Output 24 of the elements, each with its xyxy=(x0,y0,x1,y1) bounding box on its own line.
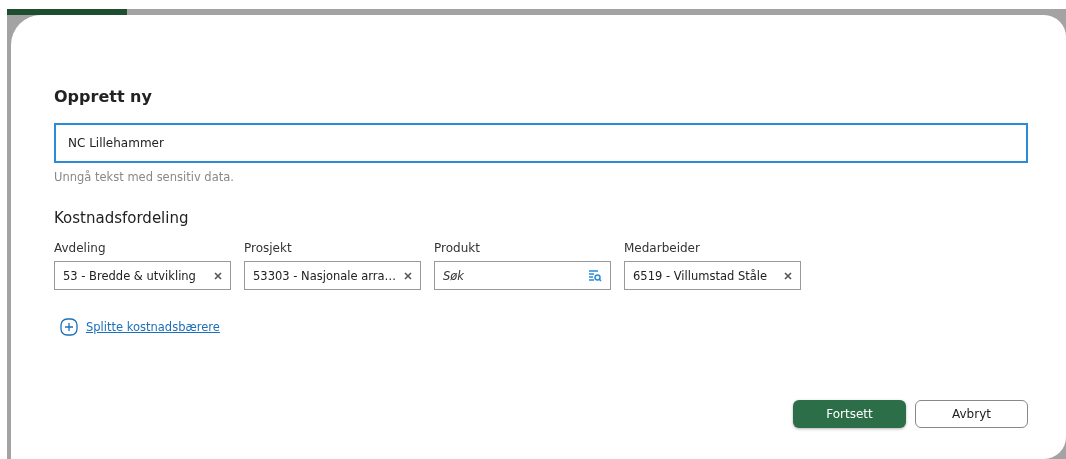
cancel-button[interactable]: Avbryt xyxy=(915,400,1028,428)
search-placeholder: Søk xyxy=(443,268,464,283)
field-value: 53303 - Nasjonale arra… xyxy=(253,268,397,283)
field-label: Avdeling xyxy=(54,241,107,255)
split-link[interactable]: Splitte kostnadsbærere xyxy=(86,320,220,334)
field-label: Prosjekt xyxy=(244,241,293,255)
field-value: 6519 - Villumstad Ståle xyxy=(633,268,768,283)
close-icon xyxy=(214,271,222,280)
hint-text: Unngå tekst med sensitiv data. xyxy=(54,170,235,184)
add-icon[interactable] xyxy=(60,318,78,336)
select-field[interactable]: 53303 - Nasjonale arra… xyxy=(244,261,421,290)
name-input-field[interactable]: NC Lillehammer xyxy=(54,123,1028,163)
search-icon[interactable] xyxy=(588,269,602,282)
field-label: Produkt xyxy=(434,241,481,255)
field-label: Medarbeider xyxy=(624,241,701,255)
dialog-title: Opprett ny xyxy=(54,87,153,106)
search-field[interactable]: Søk xyxy=(434,261,611,290)
close-icon xyxy=(784,271,792,280)
field-value: 53 - Bredde & utvikling xyxy=(63,268,196,283)
select-field[interactable]: 53 - Bredde & utvikling xyxy=(54,261,231,290)
section-title: Kostnadsfordeling xyxy=(54,209,190,227)
close-icon xyxy=(404,271,412,280)
select-field[interactable]: 6519 - Villumstad Ståle xyxy=(624,261,801,290)
continue-button[interactable]: Fortsett xyxy=(793,400,906,428)
